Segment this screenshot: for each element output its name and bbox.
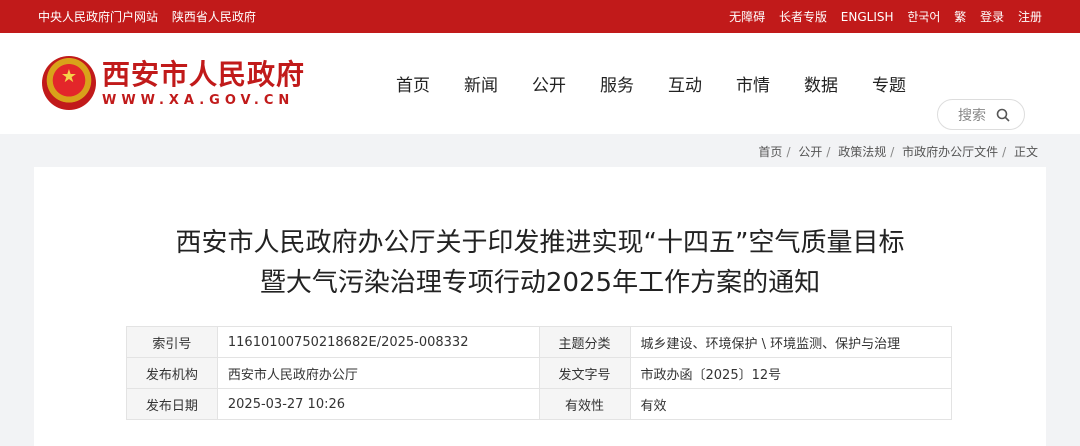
nav-service[interactable]: 服务 bbox=[600, 71, 634, 96]
logo-url: WWW.XA.GOV.CN bbox=[102, 92, 295, 108]
label-validity: 有效性 bbox=[538, 388, 631, 420]
link-traditional[interactable]: 繁 bbox=[954, 10, 966, 24]
nav-interact[interactable]: 互动 bbox=[668, 71, 702, 96]
link-login[interactable]: 登录 bbox=[980, 10, 1004, 24]
logo-text: 西安市人民政府 WWW.XA.GOV.CN bbox=[102, 57, 306, 108]
value-subject: 城乡建设、环境保护 \ 环境监测、保护与治理 bbox=[629, 326, 952, 358]
site-logo[interactable]: 西安市人民政府 WWW.XA.GOV.CN bbox=[42, 56, 305, 110]
link-korean[interactable]: 한국어 bbox=[907, 10, 940, 24]
search-box[interactable]: 搜索 bbox=[937, 99, 1025, 130]
top-right-links: 无障碍 长者专版 ENGLISH 한국어 繁 登录 注册 bbox=[719, 8, 1042, 25]
link-elderly-mode[interactable]: 长者专版 bbox=[779, 10, 827, 24]
value-index-number: 11610100750218682E/2025-008332 bbox=[216, 326, 540, 358]
value-issuer: 西安市人民政府办公厅 bbox=[216, 357, 540, 389]
link-english[interactable]: ENGLISH bbox=[841, 10, 894, 24]
breadcrumb-public[interactable]: 公开 bbox=[798, 145, 822, 159]
document-info-table: 索引号 11610100750218682E/2025-008332 主题分类 … bbox=[126, 326, 952, 420]
link-register[interactable]: 注册 bbox=[1018, 10, 1042, 24]
site-header: 西安市人民政府 WWW.XA.GOV.CN 首页 新闻 公开 服务 互动 市情 … bbox=[0, 33, 1080, 134]
label-issuer: 发布机构 bbox=[126, 357, 218, 389]
article-title: 西安市人民政府办公厅关于印发推进实现“十四五”空气质量目标 暨大气污染治理专项行… bbox=[34, 223, 1046, 303]
search-icon[interactable] bbox=[996, 108, 1010, 122]
value-publish-date: 2025-03-27 10:26 bbox=[216, 388, 540, 420]
article-title-line2: 暨大气污染治理专项行动2025年工作方案的通知 bbox=[259, 268, 821, 298]
top-left-links: 中央人民政府门户网站 陕西省人民政府 bbox=[38, 8, 266, 25]
nav-public[interactable]: 公开 bbox=[532, 71, 566, 96]
link-shaanxi-gov[interactable]: 陕西省人民政府 bbox=[172, 10, 256, 24]
value-doc-number: 市政办函〔2025〕12号 bbox=[629, 357, 952, 389]
label-index-number: 索引号 bbox=[126, 326, 218, 358]
search-placeholder: 搜索 bbox=[958, 107, 986, 124]
link-accessibility[interactable]: 无障碍 bbox=[729, 10, 765, 24]
table-row: 发布日期 2025-03-27 10:26 有效性 有效 bbox=[126, 388, 952, 420]
nav-topics[interactable]: 专题 bbox=[872, 71, 906, 96]
breadcrumb-current: 正文 bbox=[1013, 145, 1038, 159]
article-card: 西安市人民政府办公厅关于印发推进实现“十四五”空气质量目标 暨大气污染治理专项行… bbox=[34, 167, 1046, 446]
article-title-line1: 西安市人民政府办公厅关于印发推进实现“十四五”空气质量目标 bbox=[175, 228, 905, 258]
table-row: 发布机构 西安市人民政府办公厅 发文字号 市政办函〔2025〕12号 bbox=[126, 357, 952, 389]
national-emblem-icon bbox=[42, 56, 96, 110]
logo-name: 西安市人民政府 bbox=[102, 57, 306, 91]
main-nav: 首页 新闻 公开 服务 互动 市情 数据 专题 bbox=[396, 33, 940, 134]
breadcrumb-home[interactable]: 首页 bbox=[758, 145, 782, 159]
breadcrumb-policy[interactable]: 政策法规 bbox=[838, 145, 886, 159]
label-doc-number: 发文字号 bbox=[538, 357, 631, 389]
link-central-gov[interactable]: 中央人民政府门户网站 bbox=[38, 10, 158, 24]
label-publish-date: 发布日期 bbox=[126, 388, 218, 420]
breadcrumb-office-docs[interactable]: 市政府办公厅文件 bbox=[902, 145, 998, 159]
nav-home[interactable]: 首页 bbox=[396, 71, 430, 96]
table-row: 索引号 11610100750218682E/2025-008332 主题分类 … bbox=[126, 326, 952, 358]
nav-news[interactable]: 新闻 bbox=[464, 71, 498, 96]
top-utility-bar: 中央人民政府门户网站 陕西省人民政府 无障碍 长者专版 ENGLISH 한국어 … bbox=[0, 0, 1080, 33]
value-validity: 有效 bbox=[629, 388, 952, 420]
nav-city[interactable]: 市情 bbox=[736, 71, 770, 96]
label-subject: 主题分类 bbox=[538, 326, 631, 358]
breadcrumb: 首页 / 公开 / 政策法规 / 市政府办公厅文件 / 正文 bbox=[758, 145, 1038, 159]
nav-data[interactable]: 数据 bbox=[804, 71, 838, 96]
